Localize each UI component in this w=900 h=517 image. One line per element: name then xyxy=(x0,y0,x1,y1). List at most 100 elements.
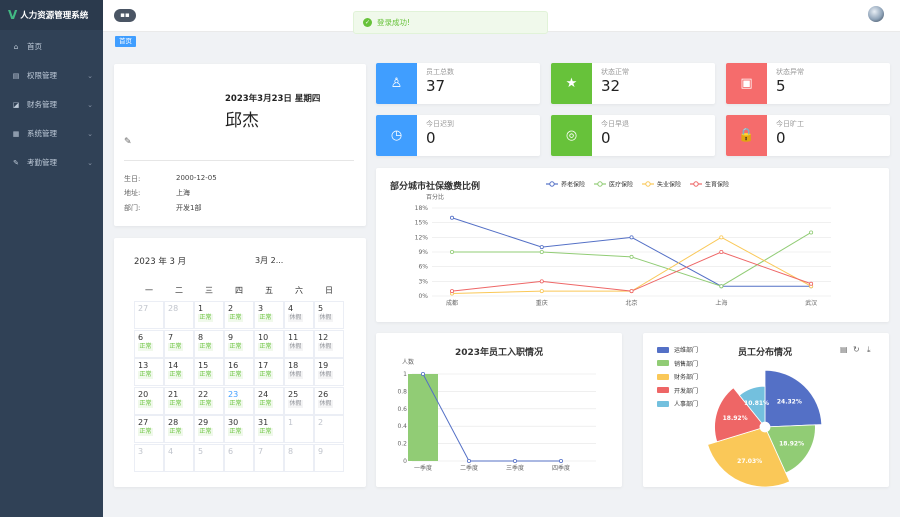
calendar-day[interactable]: 25 休假 xyxy=(284,386,314,415)
data-point xyxy=(719,235,724,240)
x-tick-label: 武汉 xyxy=(805,299,817,307)
legend-label: 医疗保险 xyxy=(609,181,633,189)
day-number: 4 xyxy=(288,304,294,313)
profile-address: 地址: 上海 xyxy=(124,188,190,198)
calendar-day[interactable]: 4 休假 xyxy=(284,301,314,329)
app-logo[interactable]: V 人力资源管理系统 xyxy=(0,0,103,30)
field-value: 开发1部 xyxy=(176,204,202,212)
calendar-day[interactable]: 26 休假 xyxy=(314,386,344,415)
calendar-day[interactable]: 11 休假 xyxy=(284,329,314,358)
calendar-day[interactable]: 8 xyxy=(284,443,314,472)
calendar-day[interactable]: 7 正常 xyxy=(164,329,194,358)
day-status-badge: 正常 xyxy=(138,428,153,436)
day-status-badge: 正常 xyxy=(228,428,243,436)
day-status-badge: 休假 xyxy=(318,342,333,351)
profile-card: 2023年3月23日 星期四 邱杰 ✎ 生日: 2000-12-05 地址: 上… xyxy=(114,64,366,226)
calendar-day[interactable]: 6 正常 xyxy=(134,329,164,358)
y-tick-label: 18% xyxy=(415,205,429,212)
calendar-day[interactable]: 18 休假 xyxy=(284,358,314,386)
day-number: 17 xyxy=(258,361,269,370)
calendar-day[interactable]: 31 正常 xyxy=(254,415,284,443)
calendar-day[interactable]: 1 正常 xyxy=(194,301,224,329)
chevron-down-icon: ⌄ xyxy=(87,158,93,167)
weekday-header: 二 xyxy=(175,286,183,295)
pie-chart-svg: 24.32% 18.92% 27.03% 18.92% 10.81% xyxy=(707,369,823,487)
calendar-day[interactable]: 16 正常 xyxy=(224,358,254,386)
legend-marker xyxy=(549,181,555,187)
calendar-day[interactable]: 7 xyxy=(254,443,284,472)
calendar-day[interactable]: 29 正常 xyxy=(194,415,224,443)
calendar-day[interactable]: 28 xyxy=(164,301,194,329)
slice-label: 24.32% xyxy=(777,399,802,406)
slice-label: 18.92% xyxy=(779,440,804,447)
stat-card: ◎ 今日早退 0 xyxy=(551,115,715,156)
calendar-day[interactable]: 9 xyxy=(314,443,344,472)
calendar-day[interactable]: 15 正常 xyxy=(194,358,224,386)
sidebar-item-3[interactable]: ▦ 系统管理 ⌄ xyxy=(0,119,103,148)
calendar-day[interactable]: 28 正常 xyxy=(164,415,194,443)
tag-home[interactable]: 首页 xyxy=(115,36,136,47)
weekday-header: 六 xyxy=(295,286,303,295)
calendar-day[interactable]: 12 休假 xyxy=(314,329,344,358)
calendar-day[interactable]: 17 正常 xyxy=(254,358,284,386)
slice-label: 27.03% xyxy=(737,458,762,465)
calendar-day[interactable]: 2 xyxy=(314,415,344,443)
stat-label: 状态异常 xyxy=(776,68,804,76)
trend-line xyxy=(422,373,561,462)
day-number: 27 xyxy=(138,304,149,313)
day-number: 10 xyxy=(258,332,269,342)
weekday-header: 五 xyxy=(265,286,273,295)
calendar-day[interactable]: 3 xyxy=(134,443,164,472)
sidebar-item-2[interactable]: ◪ 财务管理 ⌄ xyxy=(0,90,103,119)
calendar-day[interactable]: 19 休假 xyxy=(314,358,344,386)
calendar-day[interactable]: 27 xyxy=(134,301,164,329)
legend-marker xyxy=(693,181,699,187)
data-point xyxy=(719,250,724,255)
calendar-day[interactable]: 6 xyxy=(224,443,254,472)
calendar-day[interactable]: 21 正常 xyxy=(164,386,194,415)
day-number: 6 xyxy=(228,446,234,456)
calendar-day[interactable]: 13 正常 xyxy=(134,358,164,386)
calendar-day[interactable]: 24 正常 xyxy=(254,386,284,415)
calendar-day[interactable]: 8 正常 xyxy=(194,329,224,358)
calendar-day[interactable]: 2 正常 xyxy=(224,301,254,329)
slice-label: 10.81% xyxy=(744,400,769,407)
day-status-badge: 正常 xyxy=(198,399,213,408)
calendar-day[interactable]: 4 xyxy=(164,443,194,472)
calendar-nav[interactable]: 3月 2... xyxy=(255,255,283,266)
data-point xyxy=(467,459,472,464)
data-point xyxy=(450,250,455,255)
day-number: 7 xyxy=(168,332,174,342)
calendar-day[interactable]: 23 正常 xyxy=(224,386,254,415)
profile-date: 2023年3月23日 星期四 xyxy=(225,94,321,104)
day-status-badge: 休假 xyxy=(318,399,333,408)
calendar-day[interactable]: 5 休假 xyxy=(314,301,344,329)
calendar-day[interactable]: 30 正常 xyxy=(224,415,254,443)
calendar-day[interactable]: 20 正常 xyxy=(134,386,164,415)
calendar-day[interactable]: 5 xyxy=(194,443,224,472)
stat-value: 32 xyxy=(601,77,621,95)
toast-message: 登录成功! xyxy=(377,18,411,27)
sidebar-item-4[interactable]: ✎ 考勤管理 ⌄ xyxy=(0,148,103,177)
day-number: 3 xyxy=(258,304,264,313)
sidebar-item-0[interactable]: ⌂ 首页 xyxy=(0,32,103,61)
slice-label: 18.92% xyxy=(723,415,748,422)
calendar-day[interactable]: 10 正常 xyxy=(254,329,284,358)
calendar-day[interactable]: 3 正常 xyxy=(254,301,284,329)
calendar-day[interactable]: 9 正常 xyxy=(224,329,254,358)
stat-label: 员工总数 xyxy=(426,68,454,76)
avatar[interactable] xyxy=(868,6,884,22)
field-key: 生日: xyxy=(124,175,141,183)
day-number: 1 xyxy=(198,304,204,313)
y-tick-label: 9% xyxy=(418,249,428,256)
calendar-day[interactable]: 27 正常 xyxy=(134,415,164,443)
day-status-badge: 正常 xyxy=(168,399,183,408)
sidebar-toggle-button[interactable]: ▪▪ xyxy=(114,9,136,22)
calendar-day[interactable]: 14 正常 xyxy=(164,358,194,386)
day-number: 23 xyxy=(228,389,239,399)
profile-department: 部门: 开发1部 xyxy=(124,203,201,213)
calendar-day[interactable]: 22 正常 xyxy=(194,386,224,415)
calendar-day[interactable]: 1 xyxy=(284,415,314,443)
day-number: 27 xyxy=(138,418,149,427)
sidebar-item-1[interactable]: ▤ 权限管理 ⌄ xyxy=(0,61,103,90)
